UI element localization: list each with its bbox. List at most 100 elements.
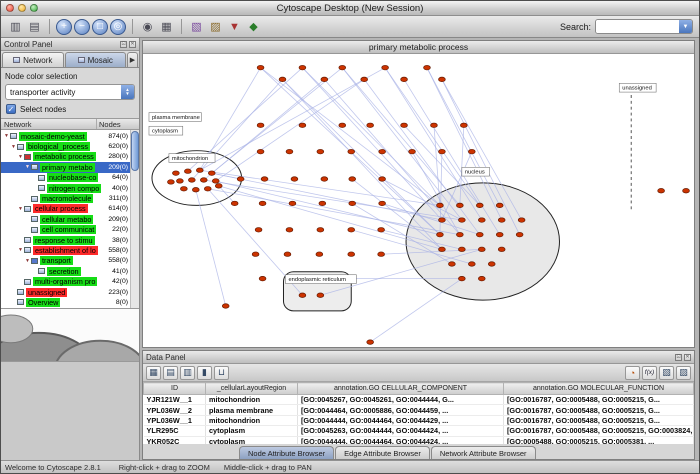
graph-edge[interactable] <box>261 68 440 206</box>
tree-item-cellular-metabo[interactable]: cellular metabo209(0) <box>1 214 130 224</box>
close-data-panel-button[interactable]: ✕ <box>684 354 691 361</box>
export-table-icon[interactable]: ▨ <box>676 366 691 380</box>
search-dropdown-arrow-icon[interactable]: ▼ <box>679 20 692 33</box>
graph-node[interactable] <box>401 123 408 127</box>
graph-node[interactable] <box>184 169 191 173</box>
graph-node[interactable] <box>204 187 211 191</box>
graph-node[interactable] <box>348 149 355 153</box>
create-attribute-icon[interactable]: ▤ <box>163 366 178 380</box>
graph-node[interactable] <box>458 276 465 280</box>
tree-header-nodes[interactable]: Nodes <box>97 120 139 129</box>
delete-attribute-icon[interactable]: ⊔ <box>214 366 229 380</box>
graph-node[interactable] <box>257 65 264 69</box>
graph-node[interactable] <box>349 177 356 181</box>
column-header-annotation-go-molecular-function[interactable]: annotation.GO MOLECULAR_FUNCTION <box>504 383 694 395</box>
graph-node[interactable] <box>468 262 475 266</box>
graph-edge[interactable] <box>200 68 385 171</box>
graph-node[interactable] <box>257 149 264 153</box>
graph-node[interactable] <box>172 171 179 175</box>
table-cell[interactable]: YPL036W__2 <box>144 405 206 415</box>
select-nodes-checkbox[interactable]: ✓ <box>6 104 16 114</box>
formula-builder-icon[interactable]: f(x) <box>642 366 657 380</box>
graph-node[interactable] <box>456 203 463 207</box>
table-cell[interactable]: [GO:0044464, GO:0005886, GO:0044459, ... <box>298 405 504 415</box>
graph-node[interactable] <box>237 177 244 181</box>
table-cell[interactable]: [GO:0016787, GO:0005488, GO:0005215, G..… <box>504 395 694 405</box>
zoom-in-icon[interactable]: + <box>56 19 72 35</box>
tab-mosaic[interactable]: Mosaic <box>65 52 127 67</box>
graph-node[interactable] <box>261 177 268 181</box>
graph-node[interactable] <box>299 65 306 69</box>
expander-icon[interactable]: ▼ <box>24 258 31 264</box>
graph-edge[interactable] <box>385 68 480 206</box>
graph-node[interactable] <box>439 149 446 153</box>
graph-node[interactable] <box>476 203 483 207</box>
tree-item-macromolecule[interactable]: macromolecule311(0) <box>1 193 130 203</box>
tree-scrollbar-thumb[interactable] <box>131 131 139 171</box>
graph-node[interactable] <box>321 77 328 81</box>
table-cell[interactable]: [GO:0016787, GO:0005488, GO:0005215, GO:… <box>504 426 694 436</box>
tab-edge-attribute-browser[interactable]: Edge Attribute Browser <box>335 446 430 459</box>
table-cell[interactable]: YJR121W__1 <box>144 395 206 405</box>
tree-item-nucleobase-co[interactable]: nucleobase-co64(0) <box>1 173 130 183</box>
tab-network[interactable]: Network <box>2 52 64 67</box>
expander-icon[interactable]: ▼ <box>24 164 31 170</box>
birdseye-view-icon[interactable]: ▦ <box>158 18 175 35</box>
filter-icon[interactable]: ▼ <box>226 18 243 35</box>
graph-node[interactable] <box>382 65 389 69</box>
table-row[interactable]: YPL036W__1mitochondrion[GO:0044444, GO:0… <box>144 415 694 425</box>
graph-node[interactable] <box>286 149 293 153</box>
tree-item-cell-communicat[interactable]: cell communicat22(0) <box>1 225 130 235</box>
column-header-cellularlayoutregion[interactable]: _cellularLayoutRegion <box>206 383 298 395</box>
graph-node[interactable] <box>176 179 183 183</box>
select-attributes-icon[interactable]: ▦ <box>146 366 161 380</box>
zoom-window-button[interactable] <box>30 4 38 12</box>
graph-node[interactable] <box>658 188 665 192</box>
pie-chart-icon[interactable]: ◔ <box>625 366 640 380</box>
graph-edge[interactable] <box>370 279 462 342</box>
table-cell[interactable]: cytoplasm <box>206 426 298 436</box>
tree-item-primary-metabo[interactable]: ▼primary metabo209(0) <box>1 162 130 172</box>
graph-node[interactable] <box>208 171 215 175</box>
graph-node[interactable] <box>448 262 455 266</box>
graph-node[interactable] <box>321 177 328 181</box>
graph-node[interactable] <box>291 177 298 181</box>
expander-icon[interactable]: ▼ <box>10 144 17 150</box>
search-input[interactable] <box>596 20 679 33</box>
tree-item-transport[interactable]: ▼transport558(0) <box>1 256 130 266</box>
graph-node[interactable] <box>349 201 356 205</box>
graph-node[interactable] <box>259 276 266 280</box>
graph-edge[interactable] <box>282 79 439 234</box>
tree-item-response-to-stimu[interactable]: response to stimu38(0) <box>1 235 130 245</box>
graph-node[interactable] <box>279 77 286 81</box>
graph-node[interactable] <box>379 177 386 181</box>
tree-scrollbar[interactable] <box>130 130 139 308</box>
more-tabs-button[interactable]: ▶ <box>127 52 138 67</box>
graph-node[interactable] <box>458 218 465 222</box>
graph-node[interactable] <box>317 293 324 297</box>
graph-node[interactable] <box>478 276 485 280</box>
table-cell[interactable]: mitochondrion <box>206 415 298 425</box>
table-cell[interactable]: [GO:0045267, GO:0045261, GO:0044444, G..… <box>298 395 504 405</box>
graph-node[interactable] <box>378 228 385 232</box>
zoom-out-icon[interactable]: − <box>74 19 90 35</box>
graph-node[interactable] <box>431 123 438 127</box>
network-view-title[interactable]: primary metabolic process <box>143 41 694 54</box>
tree-item-overview[interactable]: Overview8(0) <box>1 297 130 307</box>
graph-node[interactable] <box>188 178 195 182</box>
table-cell[interactable]: YKR052C <box>144 436 206 444</box>
graph-node[interactable] <box>200 178 207 182</box>
graph-node[interactable] <box>437 232 444 236</box>
expander-icon[interactable]: ▼ <box>17 247 24 253</box>
annotation-icon[interactable]: ▨ <box>207 18 224 35</box>
graph-node[interactable] <box>476 232 483 236</box>
graph-node[interactable] <box>460 123 467 127</box>
tree-item-metabolic-process[interactable]: ▼metabolic process280(0) <box>1 152 130 162</box>
column-header-id[interactable]: ID <box>144 383 206 395</box>
graph-node[interactable] <box>257 123 264 127</box>
graph-node[interactable] <box>496 203 503 207</box>
tree-item-establishment-of-lo[interactable]: ▼establishment of lo558(0) <box>1 245 130 255</box>
graph-node[interactable] <box>379 201 386 205</box>
graph-node[interactable] <box>379 149 386 153</box>
graph-node[interactable] <box>222 304 229 308</box>
